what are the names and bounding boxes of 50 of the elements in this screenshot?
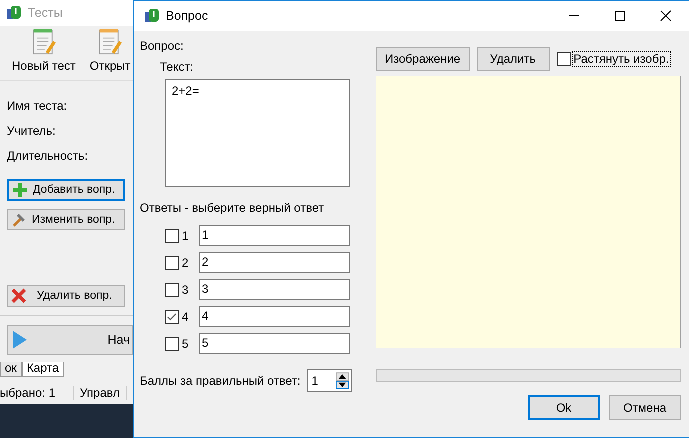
answer-number: 5 bbox=[181, 336, 190, 350]
answer-field[interactable]: 2 bbox=[199, 252, 350, 273]
tab[interactable]: Карта bbox=[22, 362, 64, 377]
answer-field[interactable]: 4 bbox=[199, 306, 350, 327]
field-label: Учитель: bbox=[7, 124, 56, 140]
text-area[interactable]: 2+2= bbox=[165, 79, 350, 187]
spinner-arrows-icon[interactable] bbox=[336, 372, 349, 390]
field-label: Текст: bbox=[160, 60, 195, 74]
plus-icon bbox=[12, 182, 28, 198]
action-button[interactable]: Удалить вопр. bbox=[7, 285, 125, 307]
checkbox[interactable] bbox=[556, 52, 571, 66]
app-icon bbox=[144, 8, 160, 24]
answer-number: 3 bbox=[181, 282, 190, 296]
tab[interactable]: ок bbox=[0, 362, 22, 377]
toolbar-button[interactable]: Новый тест bbox=[8, 26, 80, 80]
action-button[interactable]: Добавить вопр. bbox=[7, 179, 125, 201]
section-label: Ответы - выберите верный ответ bbox=[140, 201, 326, 215]
action-button[interactable]: Изменить вопр. bbox=[7, 208, 125, 230]
checkbox[interactable] bbox=[165, 282, 179, 296]
image-button[interactable]: Удалить bbox=[476, 47, 550, 71]
checkbox[interactable] bbox=[165, 310, 179, 324]
dialog-button[interactable]: Отмена bbox=[609, 395, 681, 420]
dialog-button[interactable]: Ok bbox=[528, 395, 600, 420]
image-button[interactable]: Изображение bbox=[376, 47, 470, 71]
checkbox[interactable] bbox=[165, 228, 179, 242]
answer-number: 2 bbox=[181, 256, 190, 270]
document-icon bbox=[97, 28, 124, 56]
checkbox[interactable] bbox=[165, 336, 179, 350]
start-button[interactable]: Нач bbox=[7, 325, 133, 355]
app-icon bbox=[6, 5, 22, 21]
answer-field[interactable]: 1 bbox=[199, 225, 350, 246]
status-text: ыбрано: 1 bbox=[0, 386, 74, 400]
status-text: Управл bbox=[80, 386, 127, 400]
hammer-icon bbox=[11, 212, 27, 228]
answer-field[interactable]: 3 bbox=[199, 279, 350, 300]
checkbox-label[interactable]: Растянуть изобр. bbox=[572, 51, 672, 67]
field-label: Баллы за правильный ответ: bbox=[140, 374, 301, 388]
points-spinner[interactable]: 1 bbox=[306, 369, 352, 392]
field-label: Длительность: bbox=[7, 149, 88, 166]
answer-number: 4 bbox=[181, 310, 190, 324]
play-icon bbox=[12, 330, 28, 350]
document-icon bbox=[30, 28, 57, 56]
answer-number: 1 bbox=[181, 228, 190, 242]
window-title: Тесты bbox=[28, 6, 63, 20]
window-title: Вопрос bbox=[166, 9, 208, 23]
delete-icon bbox=[11, 288, 27, 304]
section-label: Вопрос: bbox=[140, 39, 185, 53]
checkbox[interactable] bbox=[165, 256, 179, 270]
answer-field[interactable]: 5 bbox=[199, 333, 350, 354]
field-label: Имя теста: bbox=[7, 99, 68, 115]
